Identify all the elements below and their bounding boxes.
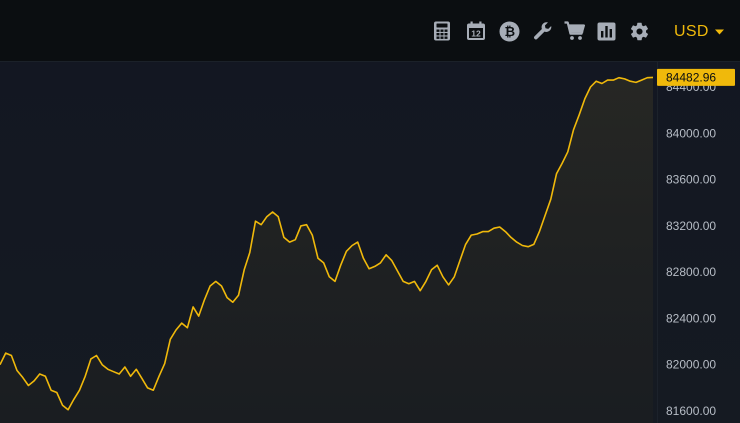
price-chart[interactable]: 81600.00 82000.00 82400.00 82800.00 83200.00…	[0, 0, 740, 423]
y-tick-label: 81600.00	[666, 404, 716, 418]
price-area-fill	[0, 77, 653, 423]
y-tick-label: 82000.00	[666, 358, 716, 372]
y-tick-label: 83600.00	[666, 173, 716, 187]
last-price-badge: 84482.96	[657, 68, 735, 86]
y-tick-label: 82800.00	[666, 265, 716, 279]
y-tick-label: 82400.00	[666, 311, 716, 325]
y-tick-label: 83200.00	[666, 219, 716, 233]
y-tick-label: 84000.00	[666, 126, 716, 140]
last-price-label: 84482.96	[666, 70, 716, 84]
